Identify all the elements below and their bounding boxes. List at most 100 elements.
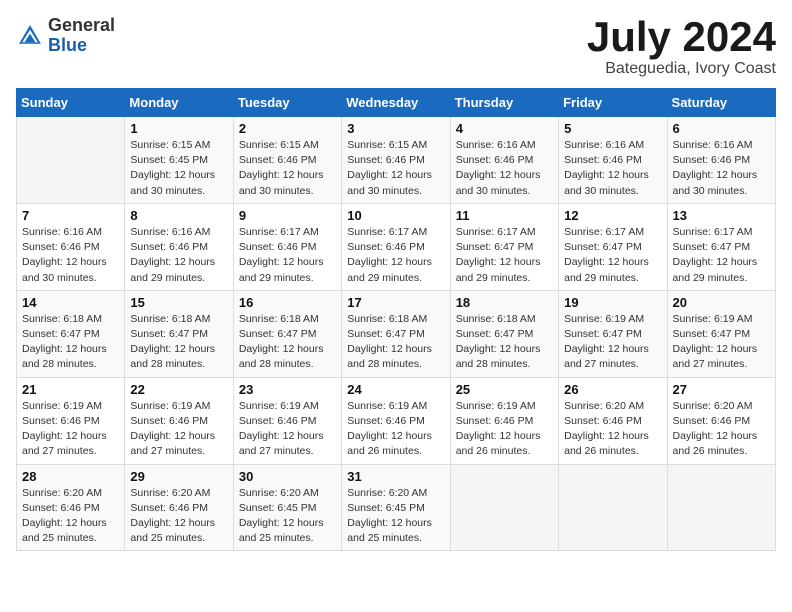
calendar-cell bbox=[450, 464, 558, 551]
logo: General Blue bbox=[16, 16, 115, 56]
day-info: Sunrise: 6:19 AM Sunset: 6:47 PM Dayligh… bbox=[564, 312, 661, 373]
calendar-cell bbox=[559, 464, 667, 551]
weekday-header-cell: Thursday bbox=[450, 89, 558, 117]
day-number: 11 bbox=[456, 208, 553, 223]
day-info: Sunrise: 6:15 AM Sunset: 6:46 PM Dayligh… bbox=[347, 138, 444, 199]
calendar-cell bbox=[17, 117, 125, 204]
page-header: General Blue July 2024 Bateguedia, Ivory… bbox=[16, 16, 776, 78]
day-info: Sunrise: 6:15 AM Sunset: 6:46 PM Dayligh… bbox=[239, 138, 336, 199]
calendar-table: SundayMondayTuesdayWednesdayThursdayFrid… bbox=[16, 88, 776, 551]
day-number: 4 bbox=[456, 121, 553, 136]
day-number: 6 bbox=[673, 121, 770, 136]
calendar-cell: 17Sunrise: 6:18 AM Sunset: 6:47 PM Dayli… bbox=[342, 290, 450, 377]
calendar-cell: 6 Sunrise: 6:16 AM Sunset: 6:46 PM Daylig… bbox=[667, 117, 775, 204]
logo-text: General Blue bbox=[48, 16, 115, 56]
calendar-cell: 24Sunrise: 6:19 AM Sunset: 6:46 PM Dayli… bbox=[342, 377, 450, 464]
day-number: 8 bbox=[130, 208, 227, 223]
calendar-cell: 20Sunrise: 6:19 AM Sunset: 6:47 PM Dayli… bbox=[667, 290, 775, 377]
calendar-cell: 21 Sunrise: 6:19 AM Sunset: 6:46 PM Dayli… bbox=[17, 377, 125, 464]
day-info: Sunrise: 6:19 AM Sunset: 6:46 PM Dayligh… bbox=[22, 399, 119, 460]
day-number: 25 bbox=[456, 382, 553, 397]
day-number: 16 bbox=[239, 295, 336, 310]
calendar-cell: 27 Sunrise: 6:20 AM Sunset: 6:46 PM Dayli… bbox=[667, 377, 775, 464]
day-number: 2 bbox=[239, 121, 336, 136]
calendar-cell: 8 Sunrise: 6:16 AM Sunset: 6:46 PM Daylig… bbox=[125, 203, 233, 290]
day-number: 5 bbox=[564, 121, 661, 136]
day-info: Sunrise: 6:16 AM Sunset: 6:46 PM Dayligh… bbox=[564, 138, 661, 199]
day-number: 20 bbox=[673, 295, 770, 310]
day-info: Sunrise: 6:20 AM Sunset: 6:45 PM Dayligh… bbox=[347, 486, 444, 547]
day-number: 29 bbox=[130, 469, 227, 484]
calendar-cell: 19 Sunrise: 6:19 AM Sunset: 6:47 PM Dayli… bbox=[559, 290, 667, 377]
day-info: Sunrise: 6:16 AM Sunset: 6:46 PM Dayligh… bbox=[456, 138, 553, 199]
weekday-header-cell: Sunday bbox=[17, 89, 125, 117]
logo-blue: Blue bbox=[48, 36, 115, 56]
day-info: Sunrise: 6:20 AM Sunset: 6:46 PM Dayligh… bbox=[673, 399, 770, 460]
day-info: Sunrise: 6:18 AM Sunset: 6:47 PM Dayligh… bbox=[130, 312, 227, 373]
day-info: Sunrise: 6:16 AM Sunset: 6:46 PM Dayligh… bbox=[673, 138, 770, 199]
calendar-week-row: 1Sunrise: 6:15 AM Sunset: 6:45 PM Daylig… bbox=[17, 117, 776, 204]
calendar-cell: 5 Sunrise: 6:16 AM Sunset: 6:46 PM Daylig… bbox=[559, 117, 667, 204]
calendar-cell: 28Sunrise: 6:20 AM Sunset: 6:46 PM Dayli… bbox=[17, 464, 125, 551]
day-info: Sunrise: 6:18 AM Sunset: 6:47 PM Dayligh… bbox=[347, 312, 444, 373]
calendar-week-row: 7 Sunrise: 6:16 AM Sunset: 6:46 PM Daylig… bbox=[17, 203, 776, 290]
day-number: 13 bbox=[673, 208, 770, 223]
day-number: 19 bbox=[564, 295, 661, 310]
title-block: July 2024 Bateguedia, Ivory Coast bbox=[587, 16, 776, 78]
weekday-header-cell: Saturday bbox=[667, 89, 775, 117]
day-number: 31 bbox=[347, 469, 444, 484]
day-info: Sunrise: 6:16 AM Sunset: 6:46 PM Dayligh… bbox=[130, 225, 227, 286]
calendar-cell: 15 Sunrise: 6:18 AM Sunset: 6:47 PM Dayli… bbox=[125, 290, 233, 377]
calendar-cell: 25Sunrise: 6:19 AM Sunset: 6:46 PM Dayli… bbox=[450, 377, 558, 464]
weekday-header-cell: Friday bbox=[559, 89, 667, 117]
day-info: Sunrise: 6:17 AM Sunset: 6:47 PM Dayligh… bbox=[673, 225, 770, 286]
day-info: Sunrise: 6:18 AM Sunset: 6:47 PM Dayligh… bbox=[456, 312, 553, 373]
calendar-cell: 4 Sunrise: 6:16 AM Sunset: 6:46 PM Daylig… bbox=[450, 117, 558, 204]
calendar-cell: 7 Sunrise: 6:16 AM Sunset: 6:46 PM Daylig… bbox=[17, 203, 125, 290]
calendar-cell: 26 Sunrise: 6:20 AM Sunset: 6:46 PM Dayli… bbox=[559, 377, 667, 464]
day-info: Sunrise: 6:18 AM Sunset: 6:47 PM Dayligh… bbox=[239, 312, 336, 373]
weekday-header-cell: Monday bbox=[125, 89, 233, 117]
day-number: 27 bbox=[673, 382, 770, 397]
day-info: Sunrise: 6:16 AM Sunset: 6:46 PM Dayligh… bbox=[22, 225, 119, 286]
calendar-cell: 31 Sunrise: 6:20 AM Sunset: 6:45 PM Dayli… bbox=[342, 464, 450, 551]
calendar-cell: 18Sunrise: 6:18 AM Sunset: 6:47 PM Dayli… bbox=[450, 290, 558, 377]
day-info: Sunrise: 6:17 AM Sunset: 6:47 PM Dayligh… bbox=[456, 225, 553, 286]
day-info: Sunrise: 6:20 AM Sunset: 6:46 PM Dayligh… bbox=[564, 399, 661, 460]
day-number: 14 bbox=[22, 295, 119, 310]
calendar-cell: 11 Sunrise: 6:17 AM Sunset: 6:47 PM Dayli… bbox=[450, 203, 558, 290]
calendar-week-row: 14 Sunrise: 6:18 AM Sunset: 6:47 PM Dayli… bbox=[17, 290, 776, 377]
logo-icon bbox=[16, 22, 44, 50]
calendar-week-row: 28Sunrise: 6:20 AM Sunset: 6:46 PM Dayli… bbox=[17, 464, 776, 551]
month-title: July 2024 bbox=[587, 16, 776, 58]
day-number: 26 bbox=[564, 382, 661, 397]
calendar-header: SundayMondayTuesdayWednesdayThursdayFrid… bbox=[17, 89, 776, 117]
calendar-cell: 30Sunrise: 6:20 AM Sunset: 6:45 PM Dayli… bbox=[233, 464, 341, 551]
day-number: 30 bbox=[239, 469, 336, 484]
calendar-cell: 2 Sunrise: 6:15 AM Sunset: 6:46 PM Daylig… bbox=[233, 117, 341, 204]
day-number: 21 bbox=[22, 382, 119, 397]
day-info: Sunrise: 6:19 AM Sunset: 6:46 PM Dayligh… bbox=[130, 399, 227, 460]
calendar-cell bbox=[667, 464, 775, 551]
calendar-cell: 22 Sunrise: 6:19 AM Sunset: 6:46 PM Dayli… bbox=[125, 377, 233, 464]
calendar-cell: 14Sunrise: 6:18 AM Sunset: 6:47 PM Dayli… bbox=[17, 290, 125, 377]
day-info: Sunrise: 6:17 AM Sunset: 6:46 PM Dayligh… bbox=[347, 225, 444, 286]
calendar-cell: 12 Sunrise: 6:17 AM Sunset: 6:47 PM Dayli… bbox=[559, 203, 667, 290]
weekday-header-cell: Wednesday bbox=[342, 89, 450, 117]
day-info: Sunrise: 6:17 AM Sunset: 6:46 PM Dayligh… bbox=[239, 225, 336, 286]
logo-general: General bbox=[48, 16, 115, 36]
calendar-cell: 16 Sunrise: 6:18 AM Sunset: 6:47 PM Dayli… bbox=[233, 290, 341, 377]
day-number: 7 bbox=[22, 208, 119, 223]
day-number: 12 bbox=[564, 208, 661, 223]
calendar-body: 1Sunrise: 6:15 AM Sunset: 6:45 PM Daylig… bbox=[17, 117, 776, 551]
day-number: 9 bbox=[239, 208, 336, 223]
calendar-cell: 1Sunrise: 6:15 AM Sunset: 6:45 PM Daylig… bbox=[125, 117, 233, 204]
day-info: Sunrise: 6:20 AM Sunset: 6:46 PM Dayligh… bbox=[22, 486, 119, 547]
day-info: Sunrise: 6:19 AM Sunset: 6:46 PM Dayligh… bbox=[347, 399, 444, 460]
day-number: 23 bbox=[239, 382, 336, 397]
day-number: 1 bbox=[130, 121, 227, 136]
day-info: Sunrise: 6:17 AM Sunset: 6:47 PM Dayligh… bbox=[564, 225, 661, 286]
day-number: 15 bbox=[130, 295, 227, 310]
day-number: 3 bbox=[347, 121, 444, 136]
day-number: 22 bbox=[130, 382, 227, 397]
